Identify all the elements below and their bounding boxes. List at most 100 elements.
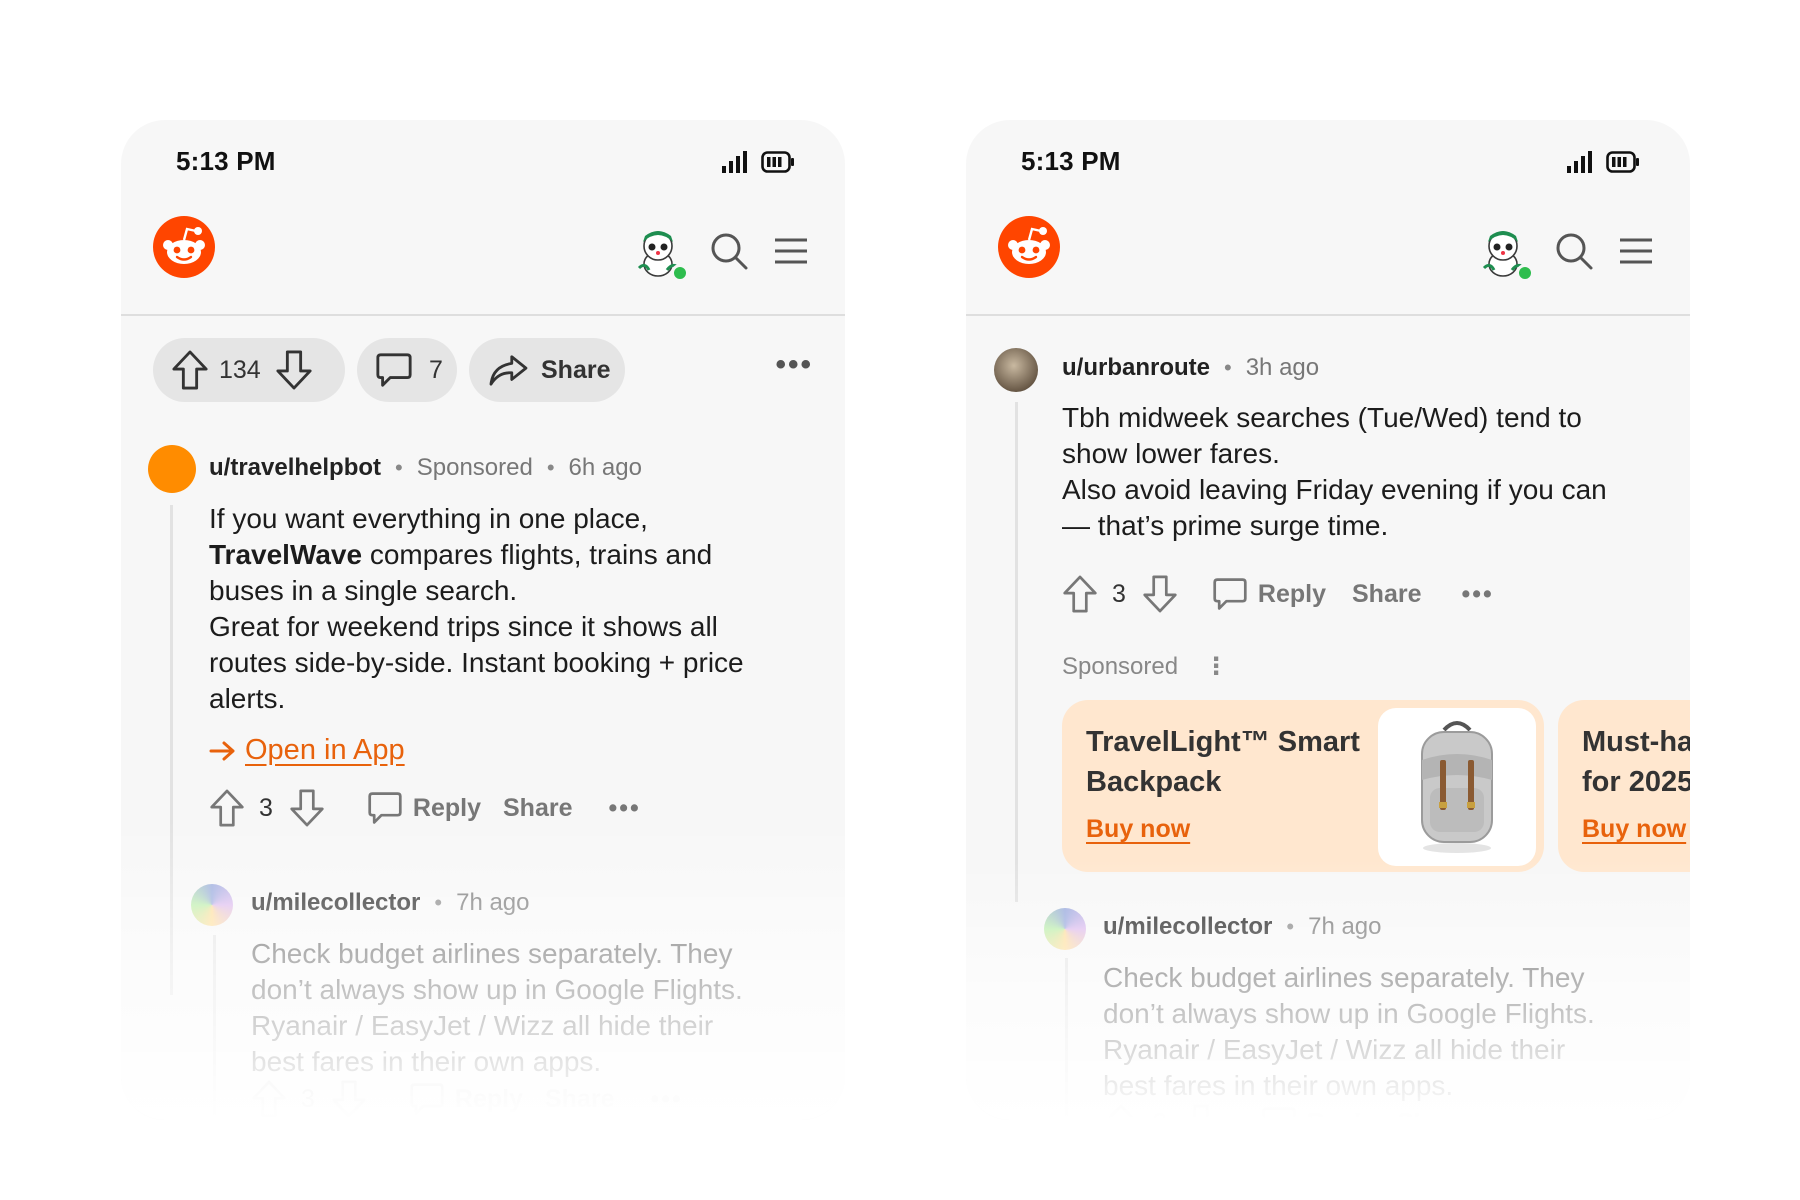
user-avatar[interactable] (994, 348, 1038, 392)
ad-title: Must-have for 2025 (1582, 726, 1690, 798)
separator: • (434, 890, 443, 915)
upvote-icon[interactable] (209, 788, 245, 828)
search-icon[interactable] (1554, 231, 1594, 271)
comment-line: Also avoid leaving Friday evening if you… (1062, 474, 1607, 541)
comment-body: Tbh midweek searches (Tue/Wed) tend to s… (1062, 400, 1642, 544)
phone-right: 5:13 PM u/urbanroute • 3h ago Tbh midwee… (966, 120, 1690, 1120)
reply-avatar[interactable] (191, 884, 233, 926)
reply-button[interactable]: Reply (1307, 1109, 1375, 1121)
upvote-icon[interactable] (251, 1079, 287, 1119)
upvote-icon[interactable] (1103, 1103, 1139, 1120)
status-bar: 5:13 PM (966, 146, 1690, 186)
status-bar: 5:13 PM (121, 146, 845, 186)
buy-now-link[interactable]: Buy now (1582, 815, 1686, 844)
online-status-dot (671, 264, 689, 282)
comment-username[interactable]: u/urbanroute (1062, 354, 1210, 382)
comment-time: 7h ago (456, 889, 530, 916)
comment-count: 7 (429, 355, 443, 384)
sponsored-text: Sponsored (1062, 652, 1179, 680)
reddit-logo-icon[interactable] (153, 216, 215, 278)
comment-body: If you want everything in one place, Tra… (209, 501, 769, 717)
more-icon[interactable]: ••• (650, 1085, 682, 1114)
app-header (966, 216, 1690, 316)
separator: • (395, 455, 403, 480)
comment-icon[interactable] (1261, 1105, 1297, 1120)
sponsored-tag: Sponsored (416, 454, 533, 481)
vote-count: 134 (219, 355, 261, 384)
backpack-image (1378, 708, 1536, 866)
share-button[interactable]: Share (545, 1085, 614, 1114)
vote-count: 3 (301, 1084, 315, 1113)
open-in-app-link[interactable]: Open in App (209, 734, 405, 767)
menu-icon[interactable] (1618, 236, 1654, 266)
more-icon[interactable]: ••• (608, 794, 640, 823)
open-in-app-label: Open in App (245, 734, 405, 766)
downvote-icon[interactable] (331, 1079, 367, 1119)
reply-button[interactable]: Reply (455, 1085, 523, 1114)
more-icon[interactable]: ••• (1461, 580, 1493, 609)
vote-count: 3 (259, 793, 273, 822)
comment-actions: 3 Reply Share ••• (251, 1077, 683, 1120)
battery-icon (761, 151, 795, 173)
vote-count: 3 (1112, 579, 1126, 608)
comment-username[interactable]: u/travelhelpbot (209, 454, 381, 482)
upvote-icon[interactable] (1062, 574, 1098, 614)
comment-actions: 3 Reply Share ••• (1103, 1101, 1535, 1120)
comment-icon[interactable] (1212, 576, 1248, 612)
thread-line (1015, 402, 1018, 902)
buy-now-link[interactable]: Buy now (1086, 815, 1190, 844)
sponsored-menu-icon[interactable]: ⋮ (1204, 652, 1228, 681)
brand-name: TravelWave (209, 539, 363, 570)
separator: • (546, 455, 555, 480)
comment-meta: u/milecollector • 7h ago (251, 889, 530, 917)
status-icons (721, 150, 795, 174)
share-pill[interactable]: Share (469, 338, 625, 402)
reply-avatar[interactable] (1044, 908, 1086, 950)
comment-icon[interactable] (409, 1081, 445, 1117)
comment-meta: u/urbanroute • 3h ago (1062, 354, 1319, 382)
battery-icon (1606, 151, 1640, 173)
signal-icon (1566, 150, 1594, 174)
header-actions (631, 224, 809, 282)
comment-line: If you want everything in one place, (209, 503, 648, 534)
more-icon[interactable]: ••• (1502, 1109, 1534, 1121)
comment-body: Check budget airlines separately. They d… (1103, 962, 1595, 1101)
comment-meta: u/milecollector • 7h ago (1103, 913, 1382, 941)
reply-button[interactable]: Reply (413, 794, 481, 823)
downvote-icon[interactable] (1183, 1103, 1219, 1120)
upvote-icon[interactable] (171, 349, 209, 391)
comment-icon[interactable] (367, 790, 403, 826)
reddit-logo-icon[interactable] (998, 216, 1060, 278)
reply-button[interactable]: Reply (1258, 580, 1326, 609)
menu-icon[interactable] (773, 236, 809, 266)
comment-username[interactable]: u/milecollector (1103, 913, 1272, 941)
search-icon[interactable] (709, 231, 749, 271)
downvote-icon[interactable] (289, 788, 325, 828)
ad-card[interactable]: Must-have for 2025 Buy now (1558, 700, 1690, 872)
thread-line (213, 935, 216, 1115)
sponsor-avatar[interactable] (148, 445, 196, 493)
post-action-bar: 134 7 Share ••• (153, 338, 813, 402)
comments-pill[interactable]: 7 (357, 338, 457, 402)
ad-card[interactable]: TravelLight™ Smart Backpack Buy now (1062, 700, 1544, 872)
thread-line (1065, 958, 1068, 1118)
comment-line: Tbh midweek searches (Tue/Wed) tend to s… (1062, 402, 1582, 469)
avatar[interactable] (1476, 224, 1534, 282)
comment-username[interactable]: u/milecollector (251, 889, 420, 917)
online-status-dot (1516, 264, 1534, 282)
avatar[interactable] (631, 224, 689, 282)
ad-carousel[interactable]: TravelLight™ Smart Backpack Buy now Must… (1062, 700, 1690, 872)
status-time: 5:13 PM (1021, 146, 1121, 176)
share-icon (487, 353, 529, 387)
vote-count: 3 (1153, 1109, 1167, 1121)
signal-icon (721, 150, 749, 174)
downvote-icon[interactable] (1142, 574, 1178, 614)
vote-pill: 134 (153, 338, 345, 402)
app-header (121, 216, 845, 316)
share-button[interactable]: Share (503, 794, 572, 823)
more-icon[interactable]: ••• (775, 348, 813, 382)
downvote-icon[interactable] (275, 349, 313, 391)
share-button[interactable]: Share (1397, 1109, 1466, 1121)
sponsored-label: Sponsored ⋮ (1062, 652, 1228, 681)
share-button[interactable]: Share (1352, 580, 1421, 609)
